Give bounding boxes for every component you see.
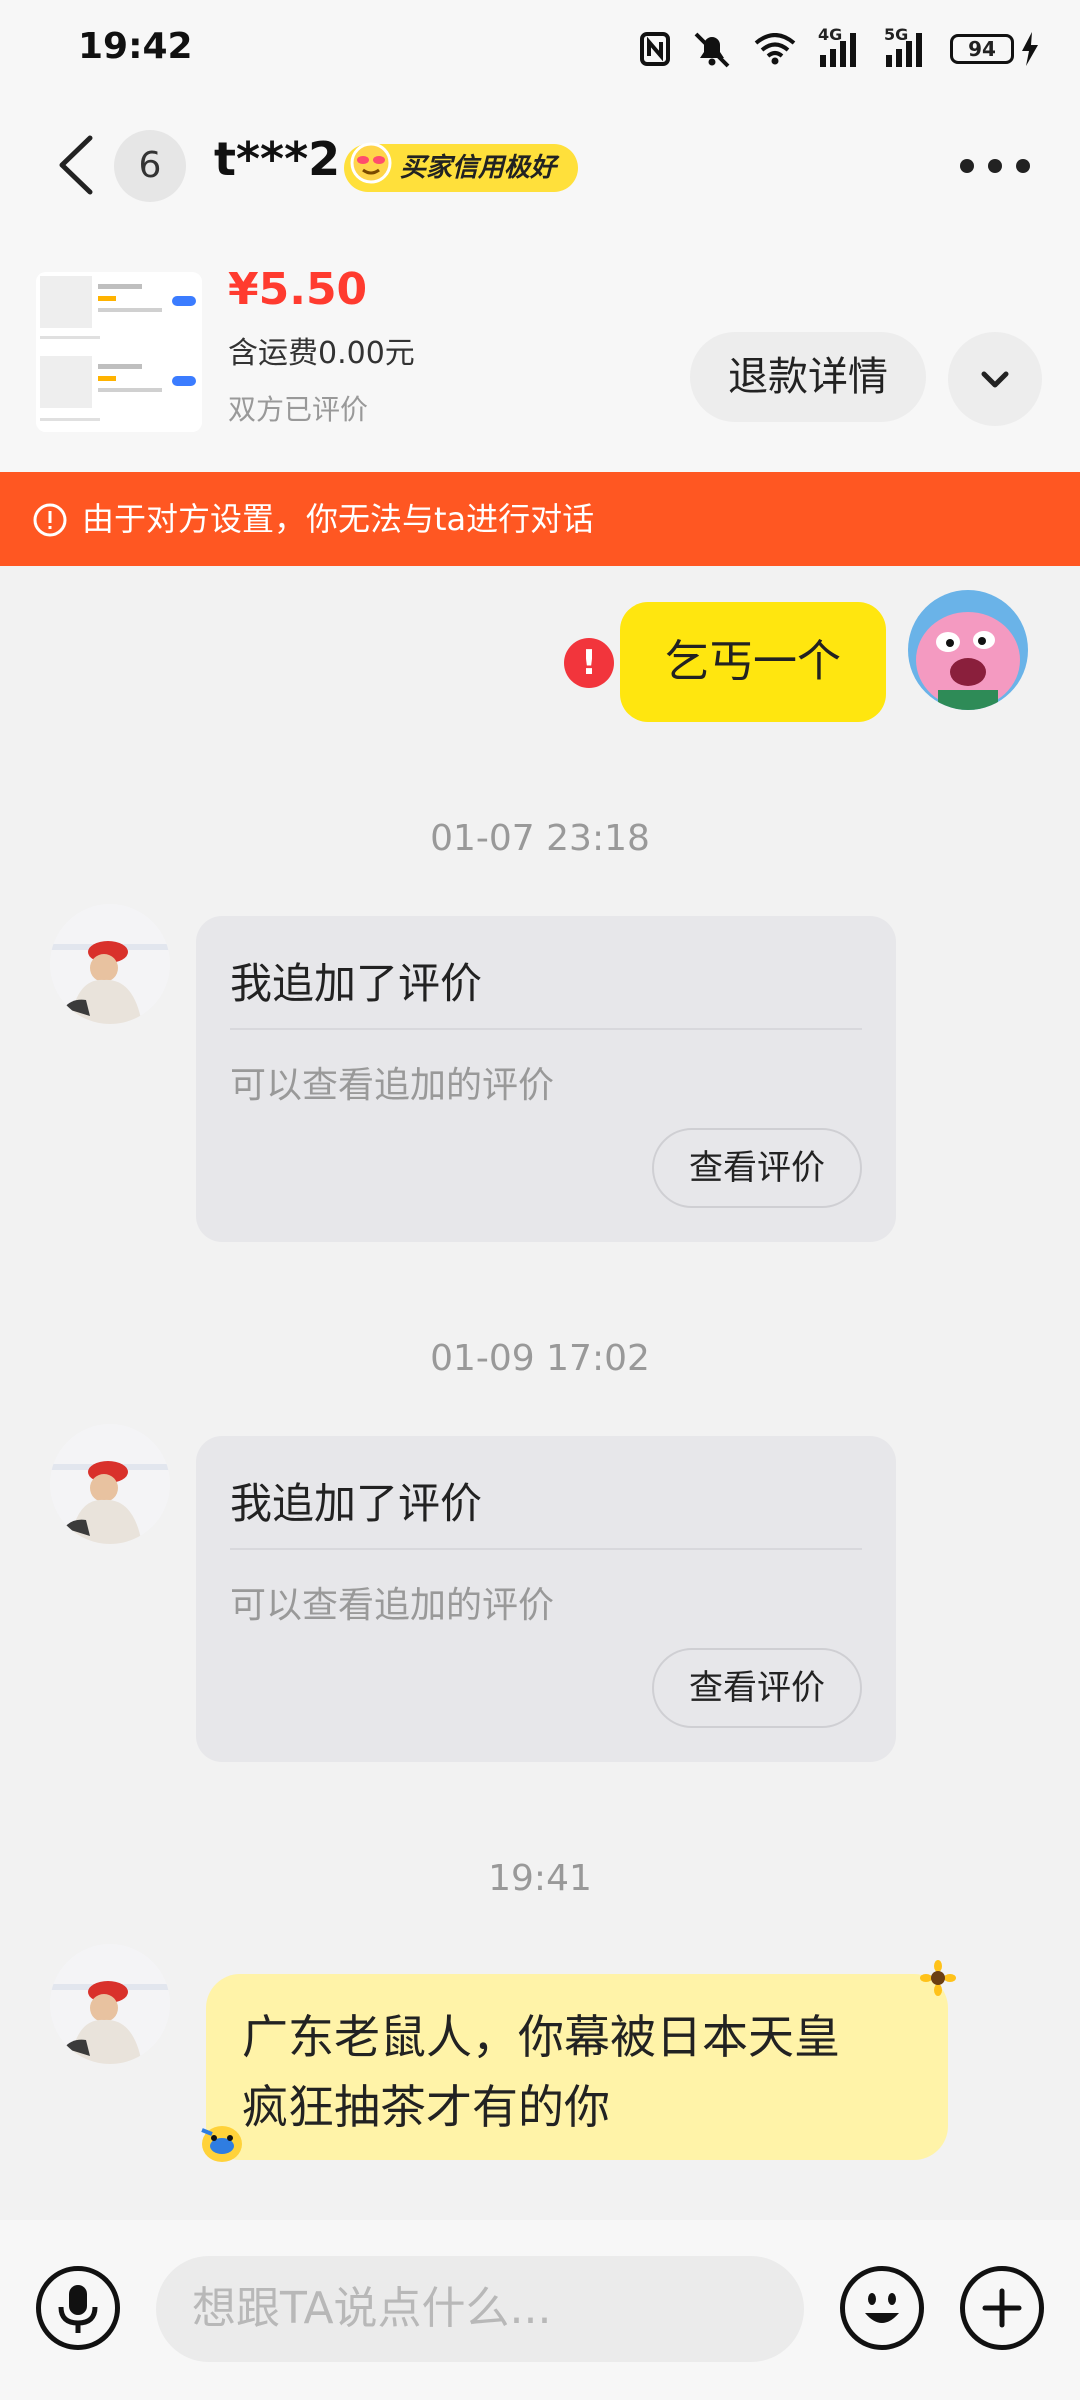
review-card-subtitle: 可以查看追加的评价 bbox=[230, 1585, 555, 1626]
order-summary: ¥5.50 含运费0.00元 双方已评价 退款详情 bbox=[0, 258, 1080, 458]
banner-text: 由于对方设置，你无法与ta进行对话 bbox=[82, 500, 595, 538]
product-thumbnail-image bbox=[36, 272, 202, 432]
review-status: 双方已评价 bbox=[228, 393, 369, 426]
cartoon-sticker-icon bbox=[201, 2126, 242, 2162]
view-review-button[interactable]: 查看评价 bbox=[652, 1128, 862, 1208]
review-card-title: 我追加了评价 bbox=[230, 1479, 483, 1528]
signal-bars-icon bbox=[820, 33, 856, 67]
status-bar: 19:42 4G 5G 94 bbox=[0, 0, 1080, 100]
unread-count-badge[interactable]: 6 bbox=[114, 130, 186, 202]
received-message-line: 疯狂抽茶才有的你 bbox=[242, 2080, 610, 2134]
sent-message-text: 乞丐一个 bbox=[665, 636, 841, 687]
chat-blocked-banner: 由于对方设置，你无法与ta进行对话 bbox=[0, 472, 1080, 566]
status-time: 19:42 bbox=[78, 26, 193, 67]
received-message-line: 广东老鼠人，你幕被日本天皇 bbox=[242, 2010, 840, 2064]
shipping-fee: 含运费0.00元 bbox=[228, 336, 415, 371]
refund-details-button[interactable]: 退款详情 bbox=[690, 332, 926, 422]
battery-level: 94 bbox=[950, 34, 1014, 64]
message-timestamp: 19:41 bbox=[488, 1858, 592, 1899]
voice-input-button[interactable] bbox=[36, 2266, 120, 2350]
contact-avatar[interactable] bbox=[50, 1944, 170, 2064]
my-avatar[interactable] bbox=[908, 590, 1028, 710]
contact-avatar[interactable] bbox=[50, 1424, 170, 1544]
dot-icon bbox=[960, 159, 974, 173]
chat-screen: 19:42 4G 5G 94 6 t***2 买家信用极好 ¥5.50 含运费0… bbox=[0, 0, 1080, 2400]
divider bbox=[230, 1028, 862, 1030]
plus-icon bbox=[982, 2288, 1022, 2328]
more-options-button[interactable] bbox=[960, 146, 1030, 186]
smiley-face-icon bbox=[865, 2293, 899, 2323]
back-arrow-icon[interactable] bbox=[52, 134, 102, 196]
battery-indicator: 94 bbox=[950, 32, 1040, 66]
contact-avatar-image bbox=[50, 1424, 170, 1544]
review-card-subtitle: 可以查看追加的评价 bbox=[230, 1065, 555, 1106]
product-thumbnail[interactable] bbox=[36, 272, 202, 432]
dot-icon bbox=[1016, 159, 1030, 173]
expand-order-button[interactable] bbox=[948, 332, 1042, 426]
order-price: ¥5.50 bbox=[228, 264, 368, 315]
chevron-down-icon bbox=[981, 371, 1009, 388]
sent-message-bubble[interactable]: 乞丐一个 bbox=[620, 602, 886, 722]
review-card[interactable]: 我追加了评价 可以查看追加的评价 查看评价 bbox=[196, 1436, 896, 1762]
more-actions-button[interactable] bbox=[960, 2266, 1044, 2350]
smiling-face-icon bbox=[350, 142, 392, 184]
signal-5g: 5G bbox=[884, 25, 928, 69]
nfc-icon bbox=[640, 32, 670, 66]
contact-avatar[interactable] bbox=[50, 904, 170, 1024]
message-input[interactable]: 想跟TA说点什么... bbox=[156, 2256, 804, 2362]
emoji-button[interactable] bbox=[840, 2266, 924, 2350]
credit-badge-label: 买家信用极好 bbox=[400, 153, 557, 183]
info-circle-icon bbox=[33, 503, 67, 537]
status-icons: 4G 5G 94 bbox=[640, 25, 1040, 72]
review-card[interactable]: 我追加了评价 可以查看追加的评价 查看评价 bbox=[196, 916, 896, 1242]
microphone-icon bbox=[58, 2285, 98, 2333]
credit-badge[interactable]: 买家信用极好 bbox=[344, 142, 579, 192]
message-timestamp: 01-09 17:02 bbox=[430, 1338, 650, 1379]
sunflower-icon bbox=[920, 1960, 956, 1996]
charging-bolt-icon bbox=[1022, 32, 1038, 66]
chat-navbar: 6 t***2 买家信用极好 bbox=[0, 110, 1080, 220]
send-failed-icon[interactable]: ! bbox=[564, 638, 614, 688]
contact-avatar-image bbox=[50, 904, 170, 1024]
signal-4g: 4G bbox=[818, 25, 862, 69]
mute-bell-icon bbox=[694, 32, 730, 68]
header-area: 19:42 4G 5G 94 6 t***2 买家信用极好 ¥5.50 含运费0… bbox=[0, 0, 1080, 472]
message-timestamp: 01-07 23:18 bbox=[430, 818, 650, 859]
view-review-button[interactable]: 查看评价 bbox=[652, 1648, 862, 1728]
contact-avatar-image bbox=[50, 1944, 170, 2064]
signal-bars-icon bbox=[886, 33, 922, 67]
review-card-title: 我追加了评价 bbox=[230, 959, 483, 1008]
divider bbox=[230, 1548, 862, 1550]
received-message-bubble[interactable]: 广东老鼠人，你幕被日本天皇 疯狂抽茶才有的你 bbox=[206, 1974, 948, 2160]
cartoon-avatar-image bbox=[908, 590, 1028, 710]
wifi-icon bbox=[754, 33, 796, 65]
input-bar: 想跟TA说点什么... bbox=[0, 2220, 1080, 2400]
contact-name[interactable]: t***2 bbox=[214, 132, 340, 186]
dot-icon bbox=[988, 159, 1002, 173]
